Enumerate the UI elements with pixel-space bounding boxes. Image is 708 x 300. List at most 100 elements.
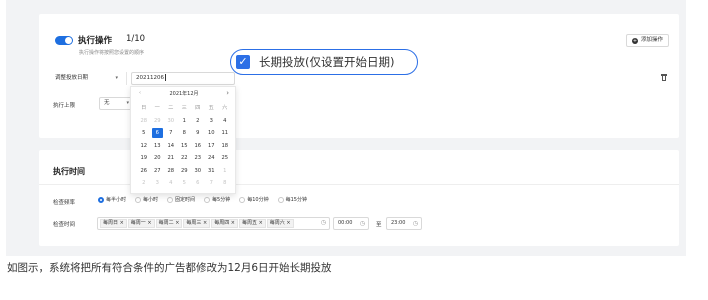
calendar-day[interactable]: 22 (178, 152, 192, 165)
calendar-day[interactable]: 3 (151, 177, 165, 190)
checkmark-icon[interactable]: ✓ (236, 55, 250, 69)
weekday-tag[interactable]: 每周日 × (100, 219, 127, 228)
calendar-day-number: 20 (153, 155, 161, 161)
calendar-day-selected[interactable]: 6 (151, 127, 165, 140)
calendar-day[interactable]: 8 (178, 127, 192, 140)
calendar-day-number: 4 (169, 180, 173, 186)
start-time-input[interactable]: 00:00 ◷ (333, 217, 369, 230)
radio-dot (135, 196, 142, 203)
weekday-tag[interactable]: 每周一 × (127, 219, 155, 228)
calendar-day[interactable]: 25 (218, 152, 232, 165)
calendar-day[interactable]: 10 (205, 127, 219, 140)
calendar-day[interactable]: 8 (218, 177, 232, 190)
calendar-day[interactable]: 6 (191, 177, 205, 190)
weekday-tag[interactable]: 每周二 × (155, 219, 183, 228)
calendar-day[interactable]: 13 (151, 140, 165, 153)
weekday-header: 一 (154, 105, 160, 111)
close-icon[interactable]: × (146, 220, 151, 226)
calendar-day-number: 2 (142, 180, 146, 186)
weekday-tag[interactable]: 每周三 × (183, 219, 211, 228)
add-action-label: 添加操作 (640, 37, 663, 43)
calendar-day[interactable]: 7 (205, 177, 219, 190)
calendar-day[interactable]: 19 (137, 152, 151, 165)
calendar-day[interactable]: 9 (191, 127, 205, 140)
calendar-day[interactable]: 18 (218, 140, 232, 153)
action-count: 1/10 (126, 34, 146, 44)
calendar-day-number: 28 (167, 167, 175, 174)
calendar-day[interactable]: 14 (164, 140, 178, 153)
section-title: 执行操作 (78, 36, 113, 46)
calendar-day[interactable]: 29 (178, 165, 192, 178)
calendar-day[interactable]: 27 (151, 165, 165, 178)
enable-toggle[interactable] (55, 36, 73, 45)
calendar-day[interactable]: 17 (205, 140, 219, 153)
calendar-day-number: 28 (140, 117, 148, 124)
radio-dot (204, 196, 211, 203)
weekday-tag[interactable]: 每周五 × (238, 219, 266, 228)
long-term-label: 长期投放(仅设置开始日期) (259, 55, 395, 69)
calendar-day-number: 24 (207, 155, 215, 161)
calendar-day[interactable]: 29 (151, 115, 165, 128)
frequency-radio-option[interactable]: 每15分钟 (277, 196, 307, 203)
calendar-day-number: 23 (194, 155, 202, 161)
calendar-day[interactable]: 7 (164, 127, 178, 140)
close-icon[interactable]: × (201, 220, 207, 226)
weekday-tag[interactable]: 每周四 × (211, 219, 238, 228)
calendar-day-number: 7 (169, 130, 173, 136)
close-icon[interactable]: × (257, 220, 263, 226)
end-time-input[interactable]: 23:00 ◷ (386, 217, 422, 230)
calendar-day[interactable]: 12 (137, 140, 151, 153)
calendar-day[interactable]: 3 (205, 115, 219, 128)
calendar-day[interactable]: 28 (164, 165, 178, 178)
calendar-day-number: 3 (155, 180, 159, 186)
date-input[interactable]: 20211206 (131, 72, 235, 85)
frequency-radio-option[interactable]: 每5分钟 (204, 196, 230, 203)
radio-dot (239, 196, 246, 203)
calendar-day[interactable]: 30 (191, 165, 205, 178)
caption: 如图示，系统将把所有符合条件的广告都修改为12月6日开始长期投放 (7, 262, 332, 274)
calendar-day[interactable]: 4 (164, 177, 178, 190)
calendar-day[interactable]: 28 (137, 115, 151, 128)
close-icon[interactable]: × (285, 220, 290, 226)
calendar-day[interactable]: 1 (178, 115, 192, 128)
clock-icon: ◷ (320, 219, 326, 226)
frequency-radio-option[interactable]: 每半小时 (98, 196, 126, 203)
frequency-radio-option[interactable]: 固定时间 (167, 196, 195, 203)
weekday-tag[interactable]: 每周六 × (266, 219, 294, 228)
calendar-day[interactable]: 1 (218, 165, 232, 178)
calendar-day[interactable]: 5 (137, 127, 151, 140)
calendar-day[interactable]: 26 (137, 165, 151, 178)
weekday-tag-select[interactable]: 每周日 × 每周一 × 每周二 × 每周三 × 每周四 × 每周五 × 每周六 × ◷ (97, 217, 330, 230)
calendar-day-number: 12 (140, 142, 148, 149)
limit-select[interactable]: 无 ▾ (99, 97, 133, 110)
calendar-day[interactable]: 24 (205, 152, 219, 165)
calendar-day[interactable]: 5 (178, 177, 192, 190)
calendar-day[interactable]: 15 (178, 140, 192, 153)
to-label: 至 (376, 222, 382, 228)
caret-down-icon: ▾ (115, 75, 118, 81)
calendar-day[interactable]: 4 (218, 115, 232, 128)
calendar-day[interactable]: 2 (191, 115, 205, 128)
add-action-button[interactable]: + 添加操作 (625, 34, 669, 47)
calendar-day[interactable]: 31 (205, 165, 219, 178)
frequency-radio-option[interactable]: 每10分钟 (239, 196, 269, 203)
date-input-value: 20211206 (136, 75, 164, 81)
frequency-radio-option[interactable]: 每小时 (135, 196, 158, 203)
long-term-callout[interactable]: ✓ 长期投放(仅设置开始日期) (230, 49, 418, 75)
calendar-day[interactable]: 23 (191, 152, 205, 165)
calendar-day[interactable]: 2 (137, 177, 151, 190)
close-icon[interactable]: × (229, 220, 235, 226)
calendar-day[interactable]: 11 (218, 127, 232, 140)
calendar-day[interactable]: 20 (151, 152, 165, 165)
next-month-icon[interactable]: › (226, 89, 229, 97)
calendar-day[interactable]: 30 (164, 115, 178, 128)
end-time-value: 23:00 (391, 220, 406, 226)
delete-icon[interactable] (661, 74, 667, 81)
calendar-day[interactable]: 21 (164, 152, 178, 165)
weekday-tag-label: 每周五 (241, 220, 257, 226)
action-type-select[interactable]: 调整投放日期 ▾ (53, 72, 127, 85)
close-icon[interactable]: × (174, 220, 179, 226)
calendar-day[interactable]: 16 (191, 140, 205, 153)
close-icon[interactable]: × (118, 220, 124, 226)
calendar-day-number: 2 (196, 117, 200, 124)
